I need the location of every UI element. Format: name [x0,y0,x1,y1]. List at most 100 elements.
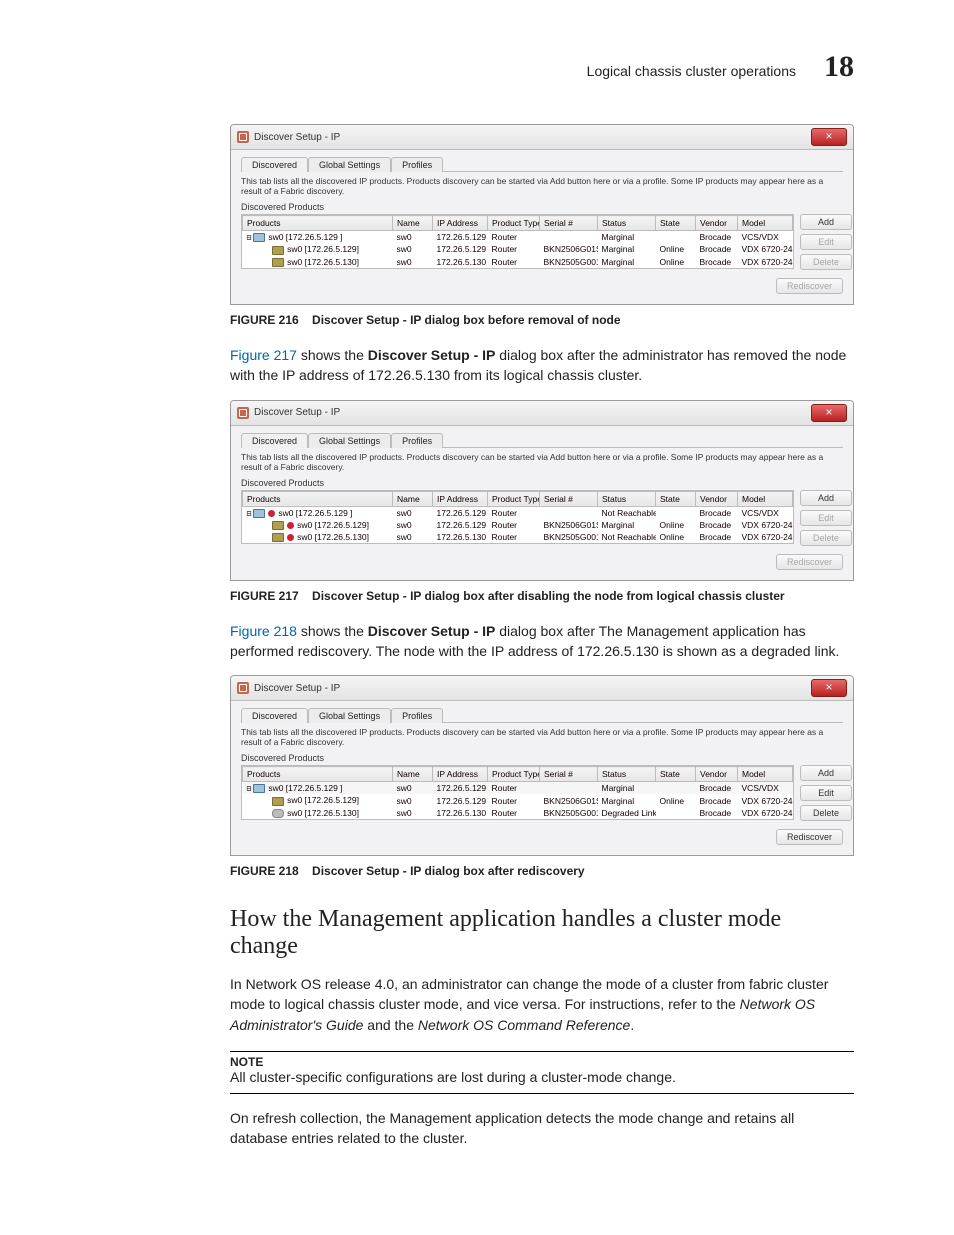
gate-icon [272,246,284,255]
column-header[interactable]: Status [598,491,656,506]
column-header[interactable]: State [656,767,696,782]
table-row[interactable]: ⊟sw0 [172.26.5.129 ]sw0172.26.5.129Route… [243,506,793,519]
cloud-icon [272,809,284,818]
dialog-discover-setup-218: Discover Setup - IP×DiscoveredGlobal Set… [230,675,854,856]
column-header[interactable]: Status [598,767,656,782]
column-header[interactable]: Products [243,216,393,231]
app-icon [237,682,249,694]
column-header[interactable]: Name [393,491,433,506]
column-header[interactable]: Product Type [488,491,540,506]
status-dot-icon [268,510,275,517]
figure-text: Discover Setup - IP dialog box after red… [312,864,585,878]
tree-icon [253,784,265,793]
figure-label: FIGURE 218 [230,864,299,878]
close-icon[interactable]: × [811,679,847,697]
note-separator [230,1051,854,1052]
column-header[interactable]: Products [243,491,393,506]
tab-profiles[interactable]: Profiles [391,708,443,723]
paragraph-218-intro: Figure 218 shows the Discover Setup - IP… [230,621,854,662]
tree-icon [253,233,265,242]
t1e: . [630,1017,634,1033]
column-header[interactable]: Status [598,216,656,231]
column-header[interactable]: IP Address [433,767,488,782]
edit-button[interactable]: Edit [800,234,852,250]
rediscover-button[interactable]: Rediscover [776,829,843,845]
add-button[interactable]: Add [800,490,852,506]
p217-rest: shows the [297,347,368,363]
table-row[interactable]: sw0 [172.26.5.130]sw0172.26.5.130RouterB… [243,531,793,543]
dialog-title: Discover Setup - IP [254,407,340,418]
status-dot-icon [287,534,294,541]
figure-text: Discover Setup - IP dialog box before re… [312,313,621,327]
column-header[interactable]: Serial # [540,767,598,782]
note-body: All cluster-specific configurations are … [230,1069,854,1094]
column-header[interactable]: Products [243,767,393,782]
column-header[interactable]: Name [393,216,433,231]
tree-icon [253,509,265,518]
delete-button[interactable]: Delete [800,530,852,546]
delete-button[interactable]: Delete [800,805,852,821]
close-icon[interactable]: × [811,404,847,422]
add-button[interactable]: Add [800,765,852,781]
gate-icon [272,533,284,542]
table-row[interactable]: sw0 [172.26.5.129]sw0172.26.5.129RouterB… [243,243,793,255]
figure-label: FIGURE 216 [230,313,299,327]
column-header[interactable]: Vendor [696,491,738,506]
column-header[interactable]: Model [738,767,793,782]
edit-button[interactable]: Edit [800,510,852,526]
close-icon[interactable]: × [811,128,847,146]
column-header[interactable]: Product Type [488,216,540,231]
column-header[interactable]: Name [393,767,433,782]
products-table: ProductsNameIP AddressProduct TypeSerial… [242,215,793,268]
figure-label: FIGURE 217 [230,589,299,603]
dialog-title: Discover Setup - IP [254,132,340,143]
tab-discovered[interactable]: Discovered [241,157,308,172]
figure-caption-218: FIGURE 218 Discover Setup - IP dialog bo… [230,864,854,878]
table-row[interactable]: sw0 [172.26.5.130]sw0172.26.5.130RouterB… [243,256,793,268]
column-header[interactable]: Vendor [696,216,738,231]
note-label: NOTE [230,1055,854,1069]
tab-profiles[interactable]: Profiles [391,157,443,172]
tab-global-settings[interactable]: Global Settings [308,708,391,723]
column-header[interactable]: IP Address [433,491,488,506]
tab-bar: DiscoveredGlobal SettingsProfiles [241,432,843,448]
products-label: Discovered Products [241,753,843,763]
column-header[interactable]: Vendor [696,767,738,782]
column-header[interactable]: State [656,216,696,231]
table-row[interactable]: sw0 [172.26.5.129]sw0172.26.5.129RouterB… [243,794,793,806]
body-paragraph-1: In Network OS release 4.0, an administra… [230,974,854,1035]
column-header[interactable]: Model [738,216,793,231]
products-label: Discovered Products [241,202,843,212]
p218-rest: shows the [297,623,368,639]
column-header[interactable]: Model [738,491,793,506]
tab-hint: This tab lists all the discovered IP pro… [241,176,843,196]
gate-icon [272,797,284,806]
table-row[interactable]: sw0 [172.26.5.129]sw0172.26.5.129RouterB… [243,519,793,531]
tab-profiles[interactable]: Profiles [391,433,443,448]
tab-global-settings[interactable]: Global Settings [308,157,391,172]
delete-button[interactable]: Delete [800,254,852,270]
column-header[interactable]: IP Address [433,216,488,231]
status-dot-icon [287,522,294,529]
column-header[interactable]: Serial # [540,491,598,506]
app-icon [237,407,249,419]
tab-discovered[interactable]: Discovered [241,708,308,723]
chapter-number: 18 [824,50,854,84]
tab-global-settings[interactable]: Global Settings [308,433,391,448]
dialog-discover-setup-216: Discover Setup - IP × DiscoveredGlobal Set… [230,124,854,305]
t1c: and the [363,1017,418,1033]
table-row[interactable]: ⊟sw0 [172.26.5.129 ]sw0172.26.5.129Route… [243,231,793,244]
column-header[interactable]: State [656,491,696,506]
add-button[interactable]: Add [800,214,852,230]
table-row[interactable]: sw0 [172.26.5.130]sw0172.26.5.130RouterB… [243,807,793,819]
figure-reference-link[interactable]: Figure 218 [230,623,297,639]
column-header[interactable]: Serial # [540,216,598,231]
table-row[interactable]: ⊟sw0 [172.26.5.129 ]sw0172.26.5.129Route… [243,782,793,795]
body-paragraph-2: On refresh collection, the Management ap… [230,1108,854,1149]
edit-button[interactable]: Edit [800,785,852,801]
rediscover-button[interactable]: Rediscover [776,278,843,294]
column-header[interactable]: Product Type [488,767,540,782]
figure-reference-link[interactable]: Figure 217 [230,347,297,363]
rediscover-button[interactable]: Rediscover [776,554,843,570]
tab-discovered[interactable]: Discovered [241,433,308,448]
